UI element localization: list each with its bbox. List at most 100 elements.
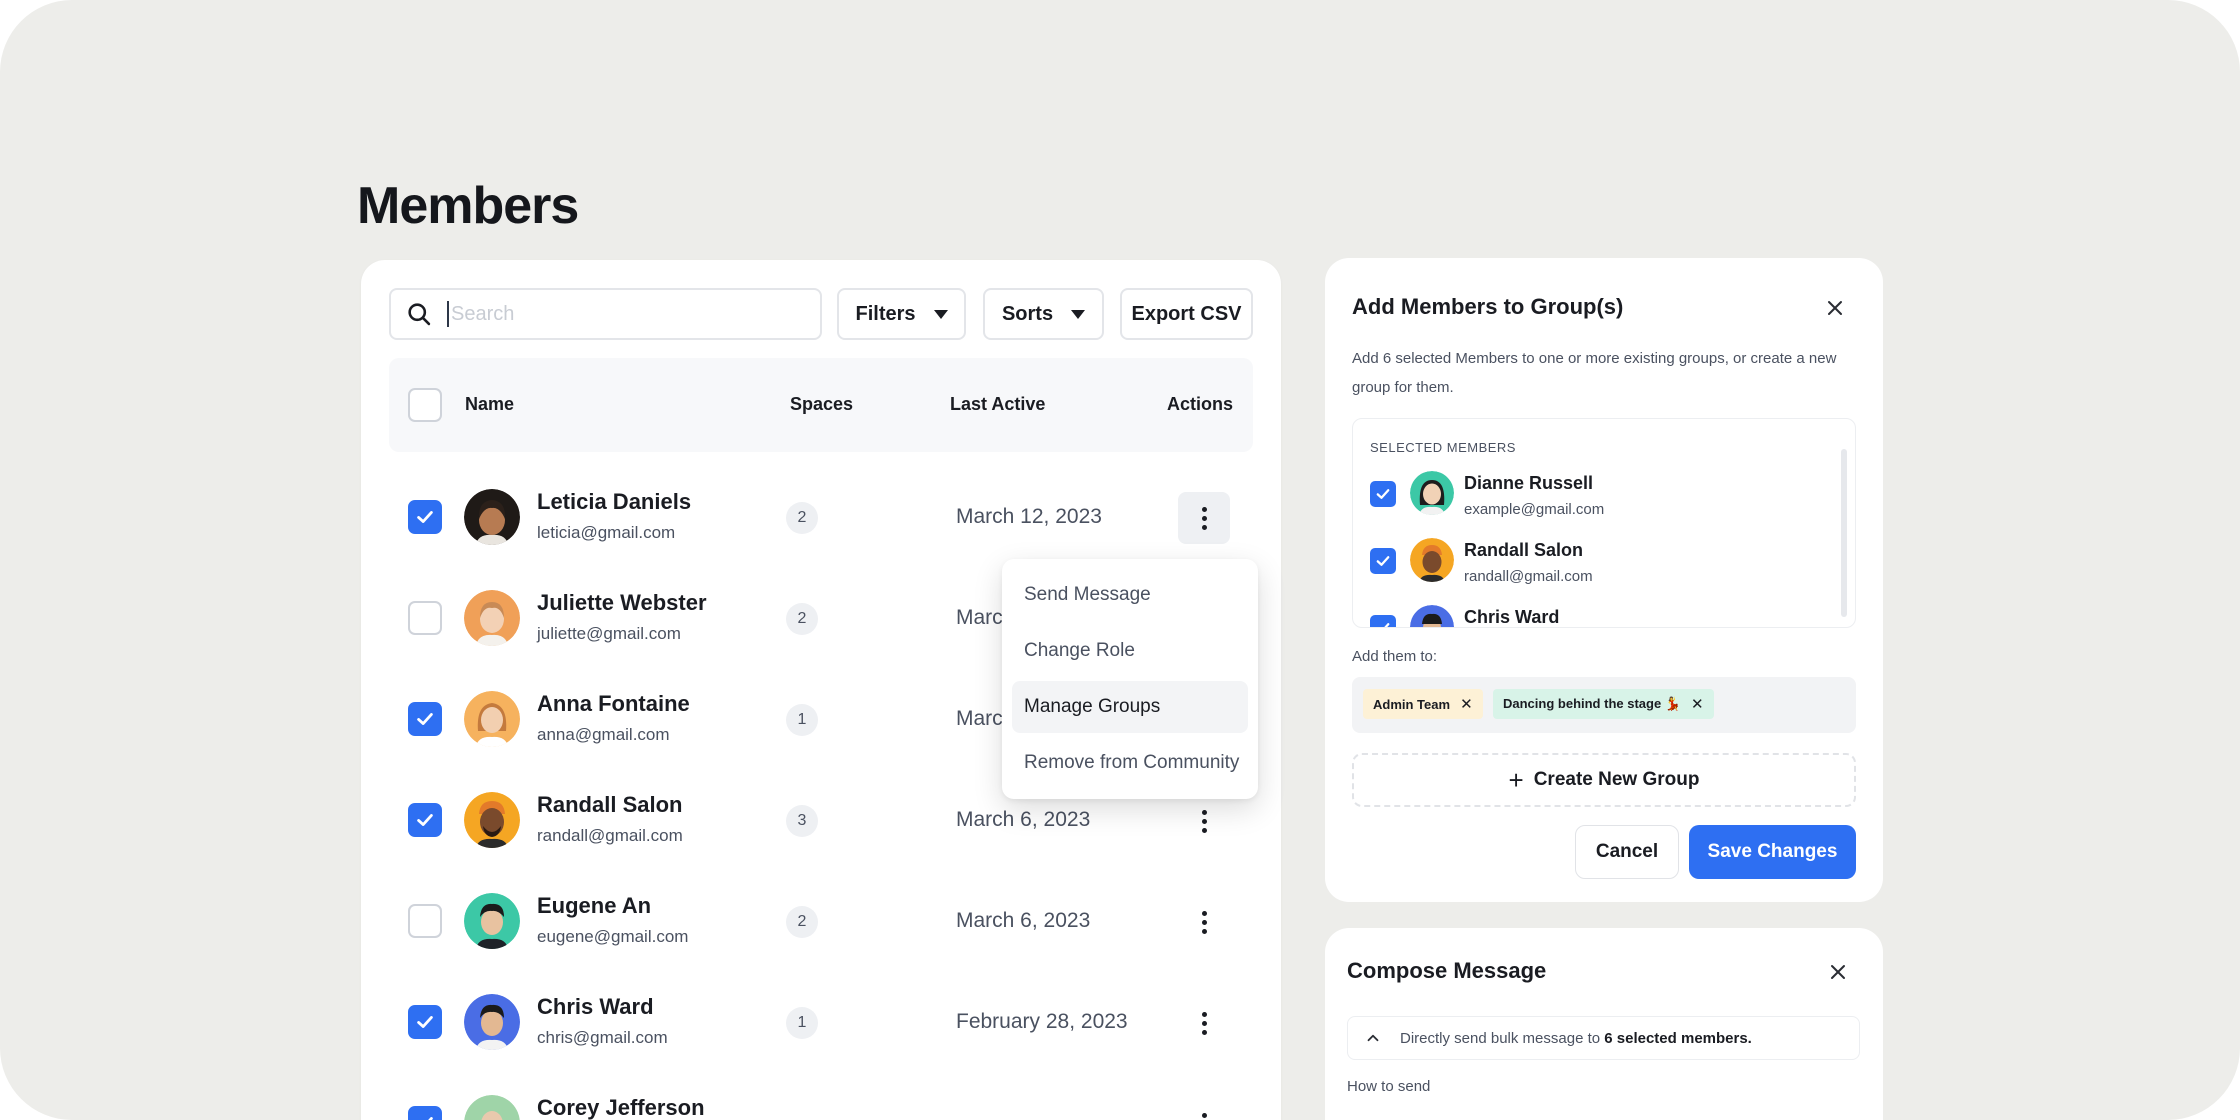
sorts-label: Sorts [1001, 302, 1054, 325]
group-tags-input[interactable]: Admin Team ✕ Dancing behind the stage 💃 … [1352, 677, 1856, 733]
spaces-count-badge: 1 [786, 704, 818, 736]
member-name: Juliette Webster [537, 590, 707, 615]
avatar [1410, 471, 1454, 515]
avatar [464, 691, 520, 747]
close-icon[interactable] [1826, 960, 1850, 984]
row-actions-button[interactable] [1178, 896, 1230, 948]
check-icon [417, 511, 433, 523]
avatar [464, 893, 520, 949]
spaces-count-badge: 2 [786, 603, 818, 635]
plus-icon: + [1508, 764, 1524, 795]
last-active-date: February 28, 2023 [956, 1010, 1128, 1033]
row-actions-button[interactable] [1178, 492, 1230, 544]
member-name: Randall Salon [537, 792, 683, 817]
chevron-up-icon[interactable] [1364, 1029, 1382, 1047]
menu-item-manage-groups[interactable]: Manage Groups [1012, 681, 1248, 733]
caret-down-icon [933, 309, 948, 319]
selected-members-label: SELECTED MEMBERS [1370, 440, 1516, 455]
export-csv-button[interactable]: Export CSV [1120, 288, 1253, 340]
column-header-last-active: Last Active [950, 394, 1046, 414]
row-checkbox[interactable] [408, 601, 442, 635]
avatar [464, 792, 520, 848]
filters-button[interactable]: Filters [837, 288, 966, 340]
table-row[interactable]: Eugene An eugene@gmail.com 2 March 6, 20… [361, 871, 1281, 972]
select-all-checkbox[interactable] [408, 388, 442, 422]
member-email: juliette@gmail.com [537, 624, 681, 643]
avatar [464, 1095, 520, 1120]
search-icon [408, 303, 431, 326]
save-changes-button[interactable]: Save Changes [1689, 825, 1856, 879]
row-actions-button[interactable] [1178, 1098, 1230, 1120]
cancel-button[interactable]: Cancel [1575, 825, 1679, 879]
member-name: Dianne Russell [1464, 473, 1594, 493]
member-email: randall@gmail.com [1464, 568, 1593, 585]
spaces-count-badge: 2 [786, 906, 818, 938]
row-checkbox[interactable] [408, 803, 442, 837]
bulk-message-banner[interactable]: Directly send bulk message to 6 selected… [1347, 1016, 1860, 1060]
check-icon [428, 1117, 433, 1120]
create-new-group-button[interactable]: + Create New Group [1352, 753, 1856, 807]
remove-tag-icon[interactable]: ✕ [1691, 695, 1704, 713]
last-active-date: March 6, 2023 [956, 909, 1091, 932]
group-tag: Dancing behind the stage 💃 ✕ [1493, 689, 1714, 719]
column-header-name: Name [465, 394, 515, 414]
member-name: Chris Ward [1464, 607, 1560, 627]
avatar [1410, 538, 1454, 582]
add-to-group-panel: Add Members to Group(s) Add 6 selected M… [1325, 258, 1883, 902]
row-checkbox[interactable] [408, 1106, 442, 1120]
banner-text: Directly send bulk message to [1400, 1029, 1601, 1047]
menu-item-remove-from-community[interactable]: Remove from Community [1012, 737, 1248, 789]
check-icon [417, 713, 433, 725]
member-checkbox[interactable] [1370, 481, 1396, 507]
row-checkbox[interactable] [408, 1005, 442, 1039]
scrollbar[interactable] [1841, 449, 1847, 617]
panel-title: Add Members to Group(s) [1352, 294, 1624, 319]
close-icon[interactable] [1823, 296, 1847, 320]
row-actions-button[interactable] [1178, 997, 1230, 1049]
search-input[interactable] [451, 302, 751, 326]
check-icon [417, 814, 433, 826]
row-actions-menu: Send Message Change Role Manage Groups R… [1002, 559, 1258, 799]
column-header-spaces: Spaces [790, 394, 854, 414]
how-to-send-label: How to send [1347, 1078, 1431, 1095]
selected-member-item[interactable]: Dianne Russell example@gmail.com [1353, 467, 1833, 527]
last-active-date: March 6, 2023 [956, 808, 1091, 831]
group-tag: Admin Team ✕ [1363, 689, 1483, 719]
export-csv-label: Export CSV [1131, 302, 1242, 325]
member-checkbox[interactable] [1370, 615, 1396, 627]
panel-description: Add 6 selected Members to one or more ex… [1352, 350, 1837, 396]
selected-member-item[interactable]: Chris Ward [1353, 601, 1833, 627]
page-title: Members [357, 177, 579, 235]
column-header-actions: Actions [1167, 394, 1234, 414]
row-actions-button[interactable] [1178, 795, 1230, 847]
group-tag-label: Admin Team [1373, 696, 1451, 712]
group-tag-label: Dancing behind the stage 💃 [1503, 696, 1681, 711]
member-checkbox[interactable] [1370, 548, 1396, 574]
text-caret [447, 301, 449, 327]
remove-tag-icon[interactable]: ✕ [1460, 695, 1473, 713]
search-box[interactable] [389, 288, 822, 340]
member-email: example@gmail.com [1464, 501, 1605, 518]
table-row[interactable]: Corey Jefferson [361, 1073, 1281, 1120]
sorts-button[interactable]: Sorts [983, 288, 1104, 340]
table-row[interactable]: Leticia Daniels leticia@gmail.com 2 Marc… [361, 467, 1281, 568]
member-email: randall@gmail.com [537, 826, 683, 845]
filters-label: Filters [855, 302, 916, 325]
selected-members-list[interactable]: SELECTED MEMBERS Dianne Russell example@… [1352, 418, 1856, 628]
menu-item-send-message[interactable]: Send Message [1012, 569, 1248, 621]
caret-down-icon [1071, 309, 1086, 319]
check-icon [1376, 489, 1390, 499]
last-active-date: March 12, 2023 [956, 505, 1102, 528]
table-row[interactable]: Chris Ward chris@gmail.com 1 February 28… [361, 972, 1281, 1073]
menu-item-change-role[interactable]: Change Role [1012, 625, 1248, 677]
app-frame: Members Filters Sorts Export CSV Name Sp… [0, 0, 2240, 1120]
avatar [464, 590, 520, 646]
row-checkbox[interactable] [408, 904, 442, 938]
row-checkbox[interactable] [408, 500, 442, 534]
row-checkbox[interactable] [408, 702, 442, 736]
selected-member-item[interactable]: Randall Salon randall@gmail.com [1353, 534, 1833, 594]
member-name: Corey Jefferson [537, 1095, 705, 1120]
spaces-count-badge: 1 [786, 1007, 818, 1039]
member-name: Eugene An [537, 893, 652, 918]
panel-title: Compose Message [1347, 958, 1547, 983]
